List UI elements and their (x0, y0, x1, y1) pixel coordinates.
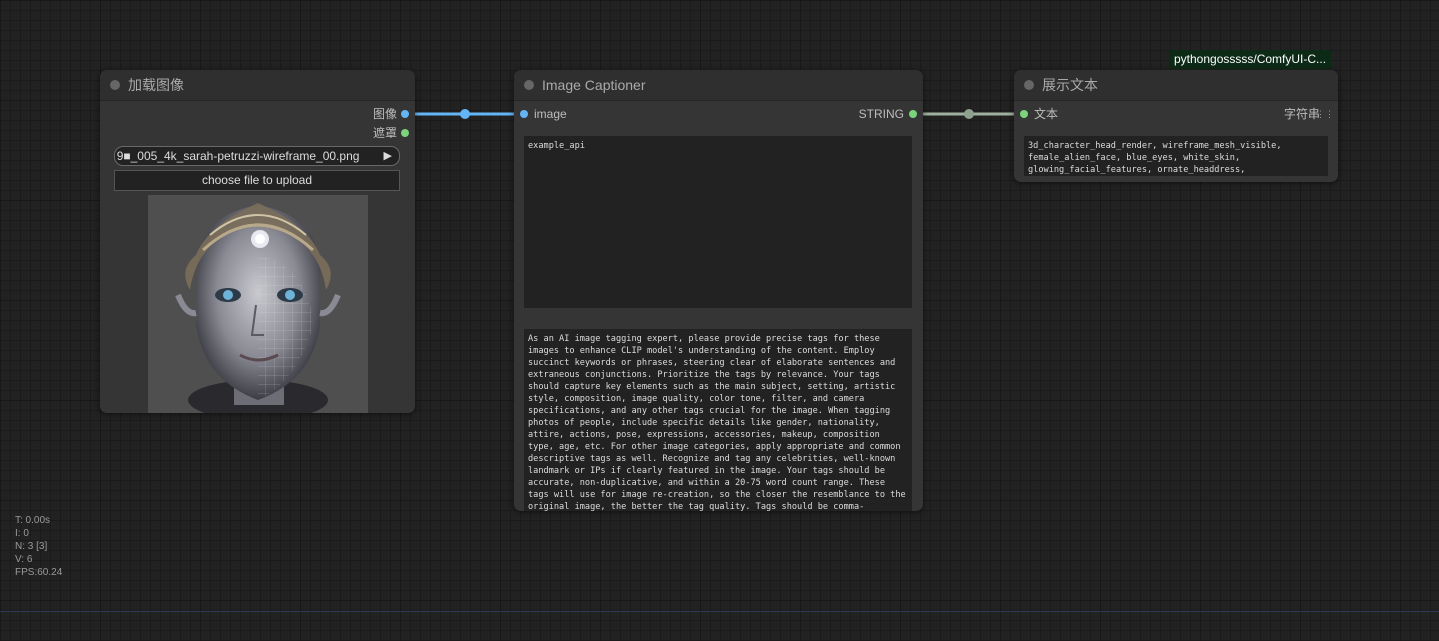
grid-handle-icon[interactable]: ⋮⋮ (1316, 107, 1334, 121)
output-string-slot[interactable]: STRING (828, 107, 918, 121)
combo-arrow-icon[interactable]: ▶ (384, 147, 392, 165)
output-string-label-cn: 字符串 (1283, 107, 1320, 121)
input-text-dot-icon[interactable] (1020, 110, 1028, 118)
upload-button[interactable]: choose file to upload (114, 170, 400, 191)
collapse-dot-icon[interactable] (524, 80, 534, 90)
input-image-slot[interactable]: image (520, 107, 600, 121)
image-file-combo[interactable]: 024_9■_005_4k_sarah-petruzzi-wireframe_0… (114, 146, 400, 166)
output-image-dot-icon[interactable] (401, 110, 409, 118)
node-source-badge: pythongosssss/ComfyUI-C... (1169, 50, 1332, 69)
collapse-dot-icon[interactable] (1024, 80, 1034, 90)
show-text-node[interactable]: 展示文本 文本 字符串 ⋮⋮ 3d_character_head_render,… (1014, 70, 1338, 182)
input-text-slot[interactable]: 文本 (1020, 107, 1100, 121)
stats-vertices: V: 6 (15, 554, 33, 565)
output-image-label: 图像 (372, 107, 397, 121)
input-image-dot-icon[interactable] (520, 110, 528, 118)
output-mask-dot-icon[interactable] (401, 129, 409, 137)
load-image-title-text: 加载图像 (128, 77, 184, 93)
alien-head-illustration-icon (175, 203, 341, 413)
output-string-dot-icon[interactable] (909, 110, 917, 118)
captioner-node-title[interactable]: Image Captioner (514, 70, 923, 101)
output-string-grid-slot[interactable]: 字符串 ⋮⋮ (1254, 107, 1334, 121)
result-textarea[interactable]: 3d_character_head_render, wireframe_mesh… (1024, 136, 1328, 176)
prompt-textarea[interactable]: As an AI image tagging expert, please pr… (524, 329, 912, 511)
captioner-title-text: Image Captioner (542, 77, 646, 93)
stats-overlay: T: 0.00s I: 0 N: 3 [3] V: 6 FPS:60.24 (15, 514, 62, 579)
stats-iterations: I: 0 (15, 528, 29, 539)
api-textarea[interactable]: example_api (524, 136, 912, 308)
output-string-label: STRING (858, 107, 904, 121)
load-image-node[interactable]: 加载图像 图像 遮罩 024_9■_005_4k_sarah-petruzzi-… (100, 70, 415, 413)
collapse-dot-icon[interactable] (110, 80, 120, 90)
show-text-node-title[interactable]: 展示文本 (1014, 70, 1338, 101)
show-text-title-text: 展示文本 (1042, 77, 1098, 93)
image-preview (148, 195, 368, 413)
stats-nodes: N: 3 [3] (15, 541, 48, 552)
link-string-midpoint (964, 109, 974, 119)
stats-time: T: 0.00s (15, 515, 51, 526)
input-text-label: 文本 (1034, 107, 1059, 121)
image-captioner-node[interactable]: Image Captioner image STRING example_api… (514, 70, 923, 511)
input-image-label: image (534, 107, 567, 121)
link-image-midpoint (460, 109, 470, 119)
output-mask-slot[interactable]: 遮罩 (331, 126, 411, 140)
output-mask-label: 遮罩 (372, 126, 397, 140)
output-image-slot[interactable]: 图像 (331, 107, 411, 121)
canvas-divider (0, 611, 1439, 612)
stats-fps: FPS:60.24 (15, 567, 63, 578)
load-image-node-title[interactable]: 加载图像 (100, 70, 415, 101)
image-file-name: 024_9■_005_4k_sarah-petruzzi-wireframe_0… (114, 149, 360, 163)
